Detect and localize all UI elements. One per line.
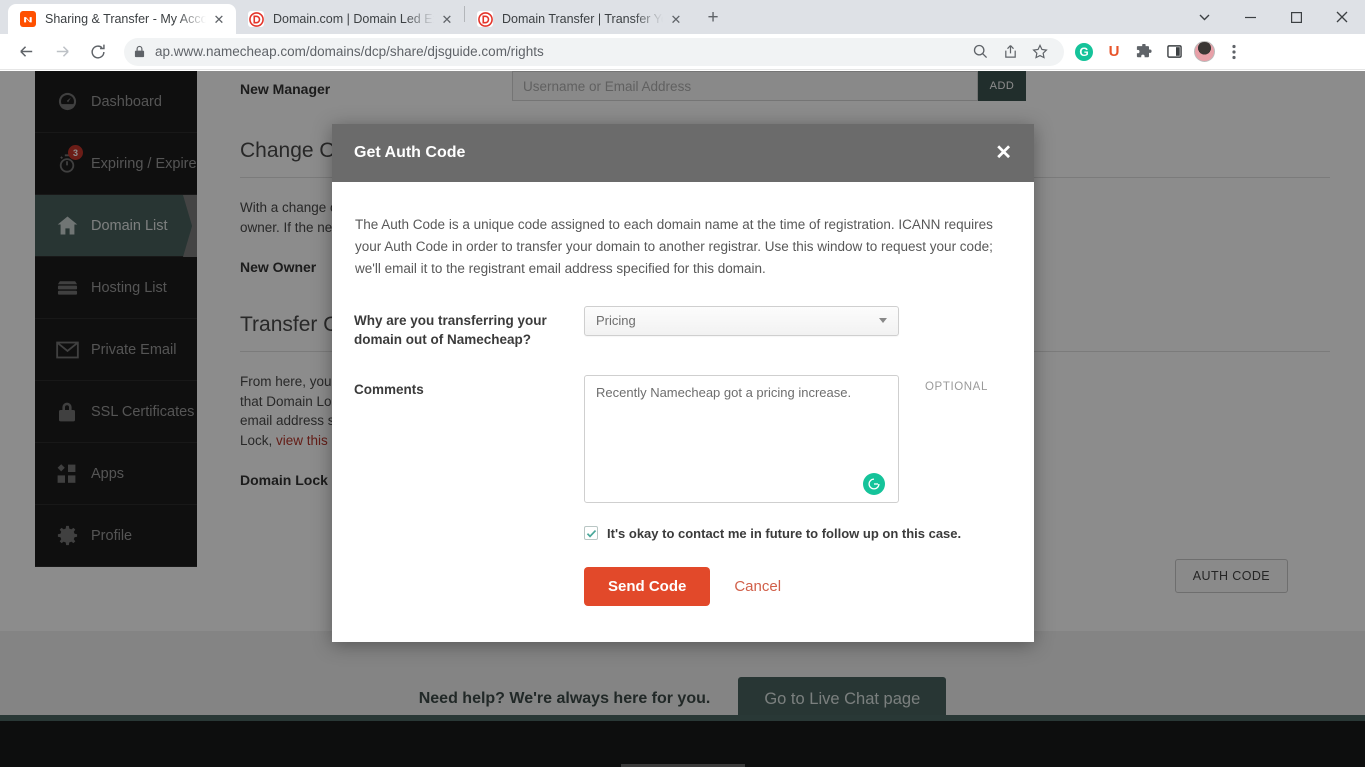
window-minimize-button[interactable] (1227, 0, 1273, 34)
profile-avatar[interactable] (1190, 38, 1218, 66)
modal-header: Get Auth Code ✕ (332, 124, 1034, 182)
lock-icon (134, 45, 145, 58)
comments-wrapper (584, 374, 899, 508)
forward-button[interactable] (47, 37, 77, 67)
extensions-puzzle-icon[interactable] (1130, 38, 1158, 66)
side-panel-icon[interactable] (1160, 38, 1188, 66)
page-viewport: Dashboard 3 Expiring / Expired Domain Li… (0, 71, 1365, 767)
tab-close-button[interactable]: ✕ (438, 10, 456, 28)
consent-label: It's okay to contact me in future to fol… (607, 525, 962, 541)
reason-selected-value: Pricing (596, 313, 636, 329)
chrome-menu-icon[interactable] (1220, 38, 1248, 66)
consent-row[interactable]: It's okay to contact me in future to fol… (584, 526, 1002, 541)
window-close-button[interactable] (1319, 0, 1365, 34)
comments-optional-label: OPTIONAL (925, 380, 988, 393)
back-button[interactable] (11, 37, 41, 67)
comments-textarea[interactable] (584, 374, 899, 503)
close-icon[interactable]: ✕ (995, 143, 1012, 163)
avatar (1193, 41, 1215, 62)
tab-title: Sharing & Transfer - My Account (45, 12, 206, 26)
reason-label: Why are you transferring your domain out… (354, 312, 547, 347)
chevron-down-icon (879, 318, 887, 324)
browser-tab-1[interactable]: Domain.com | Domain Led Experi ✕ (236, 4, 464, 34)
browser-tab-2[interactable]: Domain Transfer | Transfer Your D ✕ (465, 4, 693, 34)
send-code-button[interactable]: Send Code (584, 566, 711, 606)
browser-window: Sharing & Transfer - My Account ✕ Domain… (0, 0, 1365, 767)
namecheap-icon (20, 11, 36, 27)
domaincom-icon (477, 11, 493, 27)
modal-description: The Auth Code is a unique code assigned … (355, 217, 993, 276)
tab-title: Domain.com | Domain Led Experi (273, 12, 434, 26)
modal-title: Get Auth Code (354, 144, 466, 161)
cancel-button[interactable]: Cancel (734, 578, 781, 595)
address-bar[interactable]: ap.www.namecheap.com/domains/dcp/share/d… (124, 37, 1064, 66)
tab-strip: Sharing & Transfer - My Account ✕ Domain… (0, 0, 1365, 34)
unstoppable-extension-icon[interactable]: U (1100, 38, 1128, 66)
browser-toolbar: ap.www.namecheap.com/domains/dcp/share/d… (0, 34, 1365, 70)
comments-label: Comments (354, 381, 424, 397)
browser-tab-0[interactable]: Sharing & Transfer - My Account ✕ (8, 4, 236, 34)
share-icon[interactable] (996, 38, 1024, 66)
omnibox-actions (966, 38, 1054, 66)
url-text: ap.www.namecheap.com/domains/dcp/share/d… (155, 44, 544, 59)
grammarly-badge: G (1075, 42, 1093, 61)
grammarly-icon[interactable] (863, 472, 885, 495)
reason-select[interactable]: Pricing (584, 305, 899, 336)
bookmark-star-icon[interactable] (1026, 38, 1054, 66)
extension-icons: G U (1070, 38, 1248, 66)
modal-body: The Auth Code is a unique code assigned … (332, 182, 1034, 642)
comments-row: Comments OPTIONAL (354, 374, 1002, 508)
consent-checkbox[interactable] (584, 526, 598, 541)
grammarly-extension-icon[interactable]: G (1070, 38, 1098, 66)
new-tab-button[interactable]: + (699, 4, 727, 32)
window-maximize-button[interactable] (1273, 0, 1319, 34)
domaincom-icon (248, 11, 264, 27)
tab-close-button[interactable]: ✕ (667, 10, 685, 28)
window-controls (1181, 0, 1365, 34)
search-icon[interactable] (966, 38, 994, 66)
reload-button[interactable] (83, 37, 113, 67)
tab-title: Domain Transfer | Transfer Your D (502, 12, 663, 26)
modal-actions: Send Code Cancel (584, 566, 1002, 606)
get-auth-code-modal: Get Auth Code ✕ The Auth Code is a uniqu… (332, 124, 1034, 642)
tab-close-button[interactable]: ✕ (210, 10, 228, 28)
reason-row: Why are you transferring your domain out… (354, 305, 1002, 349)
tab-search-chevron-icon[interactable] (1181, 0, 1227, 34)
